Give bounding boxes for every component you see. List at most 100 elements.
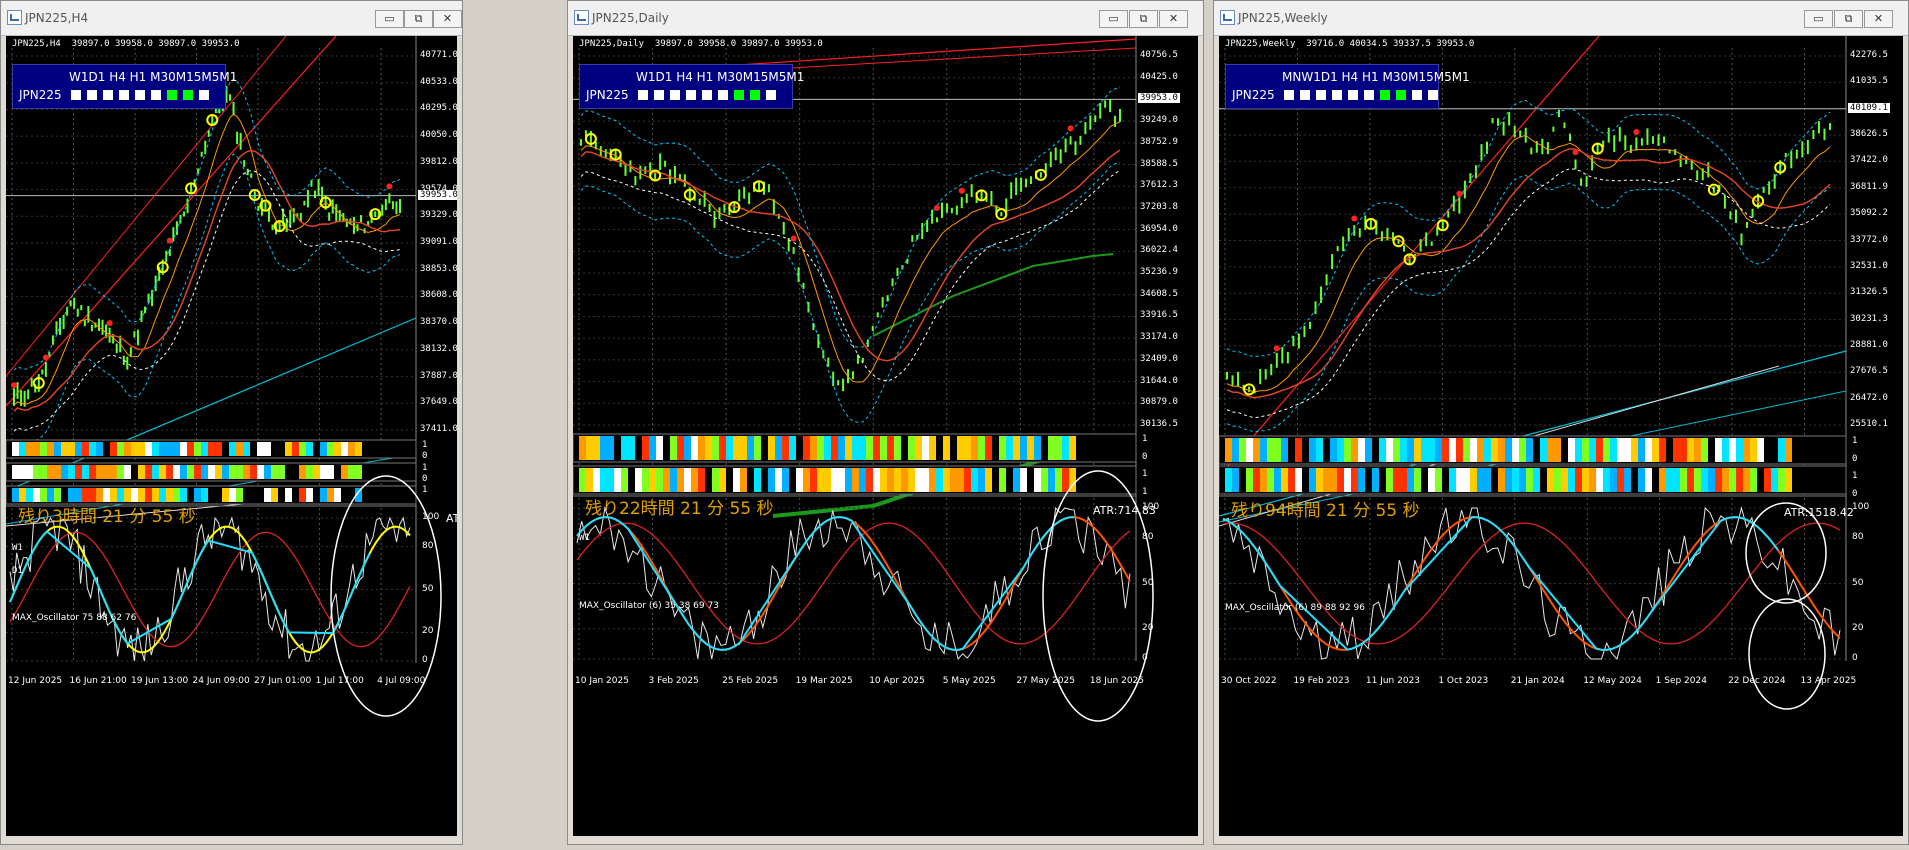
restore-button[interactable]: ⧉ [404, 10, 433, 28]
color-strip-cell [1652, 468, 1659, 492]
band-white-dashed [580, 169, 1121, 382]
color-strip-cell [355, 442, 362, 456]
oscillator-tick-label: 50 [422, 583, 434, 594]
minimize-button[interactable]: ▭ [375, 10, 404, 28]
restore-button[interactable]: ⧉ [1834, 10, 1863, 28]
color-strip-cell [691, 468, 698, 492]
color-strip-cell [593, 468, 600, 492]
color-strip-cell [355, 465, 362, 479]
color-strip-cell [1456, 468, 1463, 492]
color-strip-cell [1722, 468, 1729, 492]
color-strip-cell [1491, 438, 1498, 462]
color-strip-cell [740, 436, 747, 460]
chart-plot-area[interactable]: JPN225,Weekly 39716.0 40034.5 39337.5 39… [1219, 36, 1903, 836]
color-strip-cell [201, 488, 208, 502]
moving-average-red [1226, 147, 1831, 399]
panel-tick-label: 1 [1142, 469, 1148, 479]
color-strip-cell [873, 468, 880, 492]
color-strip-cell [600, 436, 607, 460]
color-strip-cell [950, 468, 957, 492]
band-lower-cyan [580, 161, 1121, 423]
color-strip-cell [12, 465, 19, 479]
chart-window-h4[interactable]: JPN225,H4 ▭ ⧉ ✕ JPN225,H4 39897.0 39958.… [0, 0, 463, 845]
price-tick-label: 38626.5 [1850, 129, 1888, 140]
color-strip-cell [1041, 468, 1048, 492]
color-strip-cell [1386, 468, 1393, 492]
color-strip-cell [1456, 438, 1463, 462]
color-strip-cell [656, 436, 663, 460]
timeframe-status-square [199, 90, 209, 100]
chart-window-weekly[interactable]: JPN225,Weekly ▭ ⧉ ✕ JPN225,Weekly 39716.… [1213, 0, 1909, 845]
chart-plot-area[interactable]: JPN225,Daily 39897.0 39958.0 39897.0 399… [573, 36, 1198, 836]
atr-value: ATR:1518.42 [1784, 506, 1854, 519]
color-strip-cell [852, 436, 859, 460]
close-button[interactable]: ✕ [1159, 10, 1188, 28]
color-strip-cell [789, 468, 796, 492]
annotation-ellipse [1748, 598, 1826, 710]
close-button[interactable]: ✕ [433, 10, 462, 28]
oscillator-tick-label: 0 [1142, 653, 1148, 663]
color-strip-cell [1617, 438, 1624, 462]
color-strip-cell [243, 488, 250, 502]
price-tick-label: 27676.5 [1850, 366, 1888, 377]
price-chart-svg[interactable] [573, 36, 1198, 836]
color-strip-cell [796, 436, 803, 460]
date-tick-label: 1 Jul 17:00 [315, 676, 364, 686]
minimize-button[interactable]: ▭ [1099, 10, 1128, 28]
color-strip-cell [1344, 468, 1351, 492]
oscillator-tick-label: 80 [1142, 532, 1154, 543]
price-tick-label: 32531.0 [1850, 260, 1888, 271]
color-strip-cell [642, 468, 649, 492]
color-strip-cell [621, 468, 628, 492]
price-chart-svg[interactable] [1219, 36, 1903, 836]
color-strip-cell [747, 436, 754, 460]
color-strip-cell [1498, 468, 1505, 492]
color-strip-cell [334, 488, 341, 502]
color-strip-cell [950, 436, 957, 460]
color-strip-cell [915, 468, 922, 492]
color-strip-cell [719, 468, 726, 492]
signal-dot-red [386, 183, 393, 190]
color-strip-cell [159, 465, 166, 479]
price-tick-label: 31326.5 [1850, 287, 1888, 298]
symbol-quote-line: JPN225,H4 39897.0 39958.0 39897.0 39953.… [12, 39, 240, 49]
color-strip-cell [635, 468, 642, 492]
color-strip-cell [663, 468, 670, 492]
chart-window-daily[interactable]: JPN225,Daily ▭ ⧉ ✕ JPN225,Daily 39897.0 … [567, 0, 1204, 845]
color-strip-cell [845, 468, 852, 492]
color-strip-cell [1393, 468, 1400, 492]
color-strip-cell [348, 442, 355, 456]
color-strip-cell [1771, 438, 1778, 462]
date-tick-label: 11 Jun 2023 [1365, 676, 1421, 686]
timeframe-status-square [103, 90, 113, 100]
moving-average-red [580, 149, 1121, 362]
price-tick-label: 33174.0 [1140, 332, 1178, 343]
color-strip-cell [1006, 436, 1013, 460]
badge-symbol: JPN225 [19, 88, 62, 102]
color-strip-cell [257, 442, 264, 456]
signal-dot-red [790, 235, 797, 242]
panel-tick-label: 1 [1142, 434, 1148, 444]
band-upper-cyan [1226, 99, 1831, 358]
color-strip-cell [1596, 438, 1603, 462]
minimize-button[interactable]: ▭ [1804, 10, 1833, 28]
timeframe-status-square [119, 90, 129, 100]
color-strip-cell [103, 488, 110, 502]
price-tick-label: 38608.0 [420, 290, 457, 301]
close-button[interactable]: ✕ [1864, 10, 1893, 28]
color-strip-cell [159, 442, 166, 456]
oscillator-tick-label: 20 [1142, 622, 1154, 633]
color-strip-cell [1708, 468, 1715, 492]
color-strip-cell [166, 442, 173, 456]
color-strip-cell [754, 436, 761, 460]
title-bar[interactable]: JPN225,Weekly ▭ ⧉ ✕ [1214, 1, 1908, 36]
color-strip-cell [68, 465, 75, 479]
color-strip-cell [726, 436, 733, 460]
title-bar[interactable]: JPN225,H4 ▭ ⧉ ✕ [1, 1, 462, 36]
title-bar[interactable]: JPN225,Daily ▭ ⧉ ✕ [568, 1, 1203, 36]
restore-button[interactable]: ⧉ [1129, 10, 1158, 28]
signal-dot-red [1067, 125, 1074, 132]
color-strip-cell [194, 465, 201, 479]
price-chart-svg[interactable] [6, 36, 457, 836]
chart-plot-area[interactable]: JPN225,H4 39897.0 39958.0 39897.0 39953.… [6, 36, 457, 836]
